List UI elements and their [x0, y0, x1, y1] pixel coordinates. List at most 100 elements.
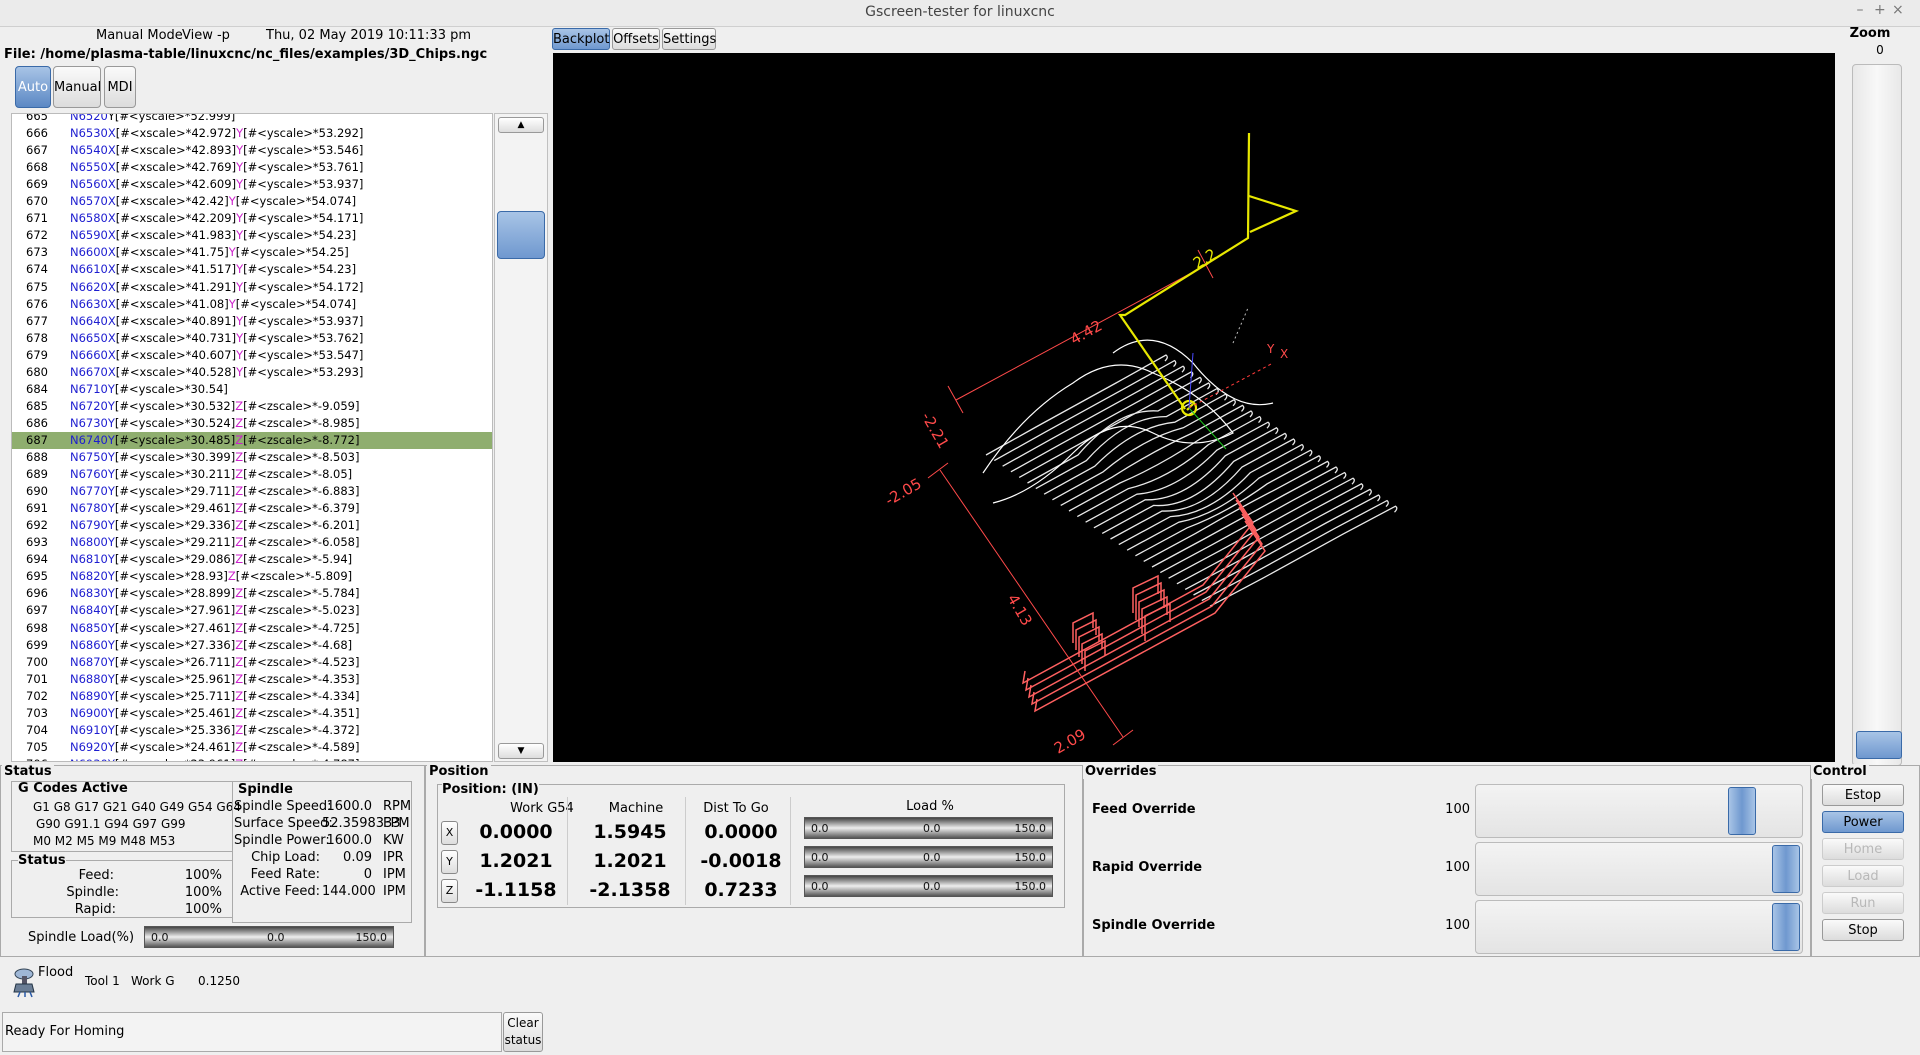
minimize-button[interactable]: –	[1856, 2, 1874, 18]
gcode-token: N6820Y	[70, 569, 115, 584]
gcode-text: N6570X[#<xscale>*42.42]Y[#<yscale>*54.07…	[70, 193, 356, 210]
axis-z-button[interactable]: Z	[441, 879, 458, 903]
gcode-line[interactable]: 678 N6650X[#<xscale>*40.731]Y[#<yscale>*5…	[12, 330, 492, 347]
line-number: 694	[26, 552, 48, 567]
gcode-token: N6890Y	[70, 688, 115, 703]
gcode-scrollbar[interactable]: ▲ ▼	[494, 113, 548, 762]
gcode-line[interactable]: 706 N6930Y[#<yscale>*23.961]Z[#<zscale>*-…	[12, 756, 492, 761]
tab-backplot[interactable]: Backplot	[552, 28, 610, 50]
gcode-line[interactable]: 690 N6770Y[#<yscale>*29.711]Z[#<zscale>*-…	[12, 483, 492, 500]
zoom-slider-handle[interactable]	[1856, 731, 1902, 759]
gcode-line[interactable]: 671 N6580X[#<xscale>*42.209]Y[#<yscale>*5…	[12, 210, 492, 227]
gcode-line[interactable]: 685 N6720Y[#<yscale>*30.532]Z[#<zscale>*-…	[12, 398, 492, 415]
gcode-line[interactable]: 697 N6840Y[#<yscale>*27.961]Z[#<zscale>*-…	[12, 602, 492, 619]
gcode-line[interactable]: 700 N6870Y[#<yscale>*26.711]Z[#<zscale>*-…	[12, 654, 492, 671]
gcode-line[interactable]: 686 N6730Y[#<yscale>*30.524]Z[#<zscale>*-…	[12, 415, 492, 432]
override-slider-handle[interactable]	[1728, 787, 1756, 835]
gcode-token: N6650X	[70, 330, 116, 345]
scroll-down-button[interactable]: ▼	[498, 743, 544, 759]
override-slider[interactable]	[1475, 842, 1803, 896]
gcode-line[interactable]: 702 N6890Y[#<yscale>*25.711]Z[#<zscale>*-…	[12, 688, 492, 705]
gcode-token: [#<xscale>*40.607]	[115, 347, 237, 362]
gcode-line[interactable]: 692 N6790Y[#<yscale>*29.336]Z[#<zscale>*-…	[12, 517, 492, 534]
manual-mode-button[interactable]: Manual	[53, 66, 101, 108]
gcode-token: [#<zscale>*-4.787]	[243, 757, 359, 761]
backplot-view[interactable]: 2.2 4.42 -2.21 -2.05 4.13 2.09 Y X	[553, 53, 1835, 762]
gcode-line[interactable]: 673 N6600X[#<xscale>*41.75]Y[#<yscale>*54…	[12, 244, 492, 261]
gcode-line[interactable]: 694 N6810Y[#<yscale>*29.086]Z[#<zscale>*-…	[12, 551, 492, 568]
gcode-text: N6800Y[#<yscale>*29.211]Z[#<zscale>*-6.0…	[70, 534, 359, 551]
maximize-button[interactable]: +	[1874, 2, 1892, 18]
gcode-token: [#<xscale>*41.75]	[115, 245, 229, 260]
spindle-row-label: Spindle Power:	[234, 833, 330, 848]
clear-status-button[interactable]: Clear status	[503, 1012, 543, 1052]
gcode-token: [#<yscale>*29.461]	[114, 501, 236, 516]
gcode-line[interactable]: 701 N6880Y[#<yscale>*25.961]Z[#<zscale>*-…	[12, 671, 492, 688]
line-number: 684	[26, 381, 48, 396]
home-button[interactable]: Home	[1822, 838, 1904, 860]
gcode-token: [#<zscale>*-4.523]	[243, 654, 360, 669]
gcode-line[interactable]: 696 N6830Y[#<yscale>*28.899]Z[#<zscale>*-…	[12, 585, 492, 602]
gcode-line[interactable]: 674 N6610X[#<xscale>*41.517]Y[#<yscale>*5…	[12, 261, 492, 278]
gcode-line[interactable]: 698 N6850Y[#<yscale>*27.461]Z[#<zscale>*-…	[12, 620, 492, 637]
gcode-line[interactable]: 676 N6630X[#<xscale>*41.08]Y[#<yscale>*54…	[12, 296, 492, 313]
gcode-line[interactable]: 695 N6820Y[#<yscale>*28.93]Z[#<zscale>*-5…	[12, 568, 492, 585]
gcode-token: [#<yscale>*54.074]	[235, 194, 357, 209]
gcode-line[interactable]: 665 N6520Y[#<yscale>*52.999]	[12, 114, 492, 125]
gcode-line[interactable]: 693 N6800Y[#<yscale>*29.211]Z[#<zscale>*-…	[12, 534, 492, 551]
gcode-line[interactable]: 705 N6920Y[#<yscale>*24.461]Z[#<zscale>*-…	[12, 739, 492, 756]
line-number: 674	[26, 262, 48, 277]
gcode-line[interactable]: 689 N6760Y[#<yscale>*30.211]Z[#<zscale>*-…	[12, 466, 492, 483]
gcode-line[interactable]: 679 N6660X[#<xscale>*40.607]Y[#<yscale>*5…	[12, 347, 492, 364]
gcode-token: Z	[235, 688, 244, 703]
gcode-line[interactable]: 677 N6640X[#<xscale>*40.891]Y[#<yscale>*5…	[12, 313, 492, 330]
gcode-line[interactable]: 675 N6620X[#<xscale>*41.291]Y[#<yscale>*5…	[12, 279, 492, 296]
file-path: File: /home/plasma-table/linuxcnc/nc_fil…	[4, 47, 488, 62]
gcode-text: N6750Y[#<yscale>*30.399]Z[#<zscale>*-8.5…	[70, 449, 359, 466]
gcodes-line-2: G90 G91.1 G94 G97 G99	[36, 817, 186, 831]
gcode-line[interactable]: 672 N6590X[#<xscale>*41.983]Y[#<yscale>*5…	[12, 227, 492, 244]
power-button[interactable]: Power	[1822, 811, 1904, 833]
gcode-line[interactable]: 680 N6670X[#<xscale>*40.528]Y[#<yscale>*5…	[12, 364, 492, 381]
gcode-line[interactable]: 670 N6570X[#<xscale>*42.42]Y[#<yscale>*54…	[12, 193, 492, 210]
gcode-token: Z	[235, 671, 244, 686]
scroll-thumb[interactable]	[497, 211, 545, 259]
spindle-row-label: Spindle Speed:	[234, 799, 332, 814]
gcode-line[interactable]: 699 N6860Y[#<yscale>*27.336]Z[#<zscale>*-…	[12, 637, 492, 654]
stop-button[interactable]: Stop	[1822, 919, 1904, 941]
close-button[interactable]: ×	[1892, 2, 1910, 18]
toolpath-graphic: 2.2 4.42 -2.21 -2.05 4.13 2.09 Y X	[882, 132, 1398, 757]
gcode-line[interactable]: 684 N6710Y[#<yscale>*30.54]	[12, 381, 492, 398]
gcode-list[interactable]: 665 N6520Y[#<yscale>*52.999] 666 N6530X[#<x…	[11, 113, 493, 762]
gcode-line[interactable]: 669 N6560X[#<xscale>*42.609]Y[#<yscale>*5…	[12, 176, 492, 193]
axis-x-button[interactable]: X	[441, 821, 458, 845]
gcode-text: N6660X[#<xscale>*40.607]Y[#<yscale>*53.5…	[70, 347, 363, 364]
tab-offsets[interactable]: Offsets	[612, 28, 660, 50]
gcode-line[interactable]: 687 N6740Y[#<yscale>*30.485]Z[#<zscale>*-…	[12, 431, 492, 449]
gcode-line[interactable]: 704 N6910Y[#<yscale>*25.336]Z[#<zscale>*-…	[12, 722, 492, 739]
mdi-mode-button[interactable]: MDI	[104, 66, 136, 108]
scroll-up-button[interactable]: ▲	[498, 117, 544, 133]
estop-button[interactable]: Estop	[1822, 784, 1904, 806]
auto-mode-button[interactable]: Auto	[15, 66, 51, 108]
gcode-line[interactable]: 703 N6900Y[#<yscale>*25.461]Z[#<zscale>*-…	[12, 705, 492, 722]
zoom-slider[interactable]	[1852, 64, 1902, 766]
override-slider-handle[interactable]	[1772, 903, 1800, 951]
gcode-token: [#<zscale>*-4.372]	[243, 722, 360, 737]
gcode-line[interactable]: 666 N6530X[#<xscale>*42.972]Y[#<yscale>*5…	[12, 125, 492, 142]
override-slider[interactable]	[1475, 900, 1803, 954]
gcode-token: [#<yscale>*54.074]	[235, 296, 357, 311]
override-slider-handle[interactable]	[1772, 845, 1800, 893]
run-button[interactable]: Run	[1822, 892, 1904, 914]
gcode-line[interactable]: 668 N6550X[#<xscale>*42.769]Y[#<yscale>*5…	[12, 159, 492, 176]
spindle-value: 100%	[184, 885, 222, 900]
dim-label-bottom: 2.09	[1051, 725, 1089, 757]
axis-y-button[interactable]: Y	[441, 850, 458, 874]
gcode-line[interactable]: 688 N6750Y[#<yscale>*30.399]Z[#<zscale>*-…	[12, 449, 492, 466]
spindle-row-label: Chip Load:	[251, 850, 320, 865]
gcode-line[interactable]: 667 N6540X[#<xscale>*42.893]Y[#<yscale>*5…	[12, 142, 492, 159]
gcode-line[interactable]: 691 N6780Y[#<yscale>*29.461]Z[#<zscale>*-…	[12, 500, 492, 517]
tab-settings[interactable]: Settings	[662, 28, 716, 50]
gcode-text: N6540X[#<xscale>*42.893]Y[#<yscale>*53.5…	[70, 142, 363, 159]
load-button[interactable]: Load	[1822, 865, 1904, 887]
